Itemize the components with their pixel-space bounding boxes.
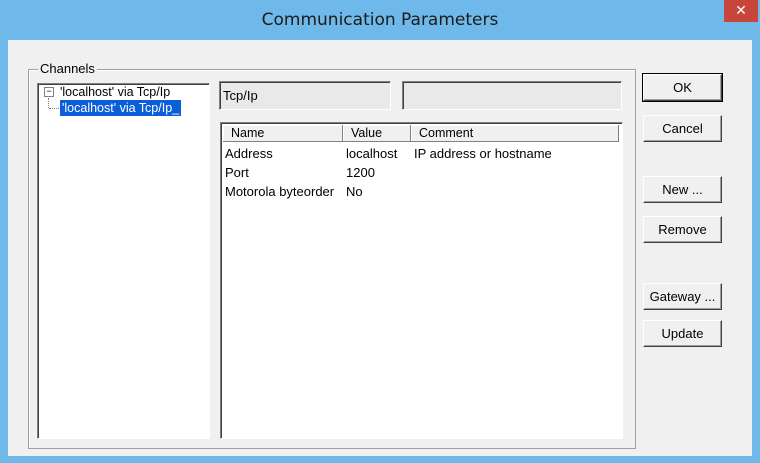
close-icon[interactable]: ✕ xyxy=(724,0,758,22)
parameters-table[interactable]: Name Value Comment Address localhost IP … xyxy=(220,122,623,439)
tree-connector-vertical xyxy=(48,98,49,108)
column-header-value[interactable]: Value xyxy=(343,125,411,142)
row-name: Address xyxy=(225,146,273,161)
new-button[interactable]: New ... xyxy=(643,176,722,203)
remove-button[interactable]: Remove xyxy=(643,216,722,243)
tree-connector-horizontal xyxy=(49,108,59,109)
column-header-comment[interactable]: Comment xyxy=(411,125,619,142)
row-value: No xyxy=(346,184,363,199)
collapse-icon[interactable]: − xyxy=(44,87,54,97)
tree-item-parent[interactable]: 'localhost' via Tcp/Ip xyxy=(58,84,172,100)
channel-name-field xyxy=(402,81,622,110)
window-title: Communication Parameters xyxy=(261,10,499,30)
cancel-button[interactable]: Cancel xyxy=(643,115,722,142)
column-header-name[interactable]: Name xyxy=(223,125,343,142)
gateway-button[interactable]: Gateway ... xyxy=(643,283,722,310)
row-value: localhost xyxy=(346,146,398,161)
row-comment: IP address or hostname xyxy=(414,146,552,161)
row-name: Motorola byteorder xyxy=(225,184,335,199)
channels-label: Channels xyxy=(38,61,97,76)
tree-item-selected[interactable]: 'localhost' via Tcp/Ip_ xyxy=(58,99,183,117)
ok-button[interactable]: OK xyxy=(642,73,723,102)
channels-tree[interactable]: − 'localhost' via Tcp/Ip 'localhost' via… xyxy=(37,83,210,439)
dialog-window: Communication Parameters ✕ Channels − 'l… xyxy=(0,0,760,463)
row-value: 1200 xyxy=(346,165,375,180)
row-name: Port xyxy=(225,165,249,180)
update-button[interactable]: Update xyxy=(643,320,722,347)
protocol-field: Tcp/Ip xyxy=(219,81,391,110)
dialog-client-area: Channels − 'localhost' via Tcp/Ip 'local… xyxy=(8,40,752,456)
